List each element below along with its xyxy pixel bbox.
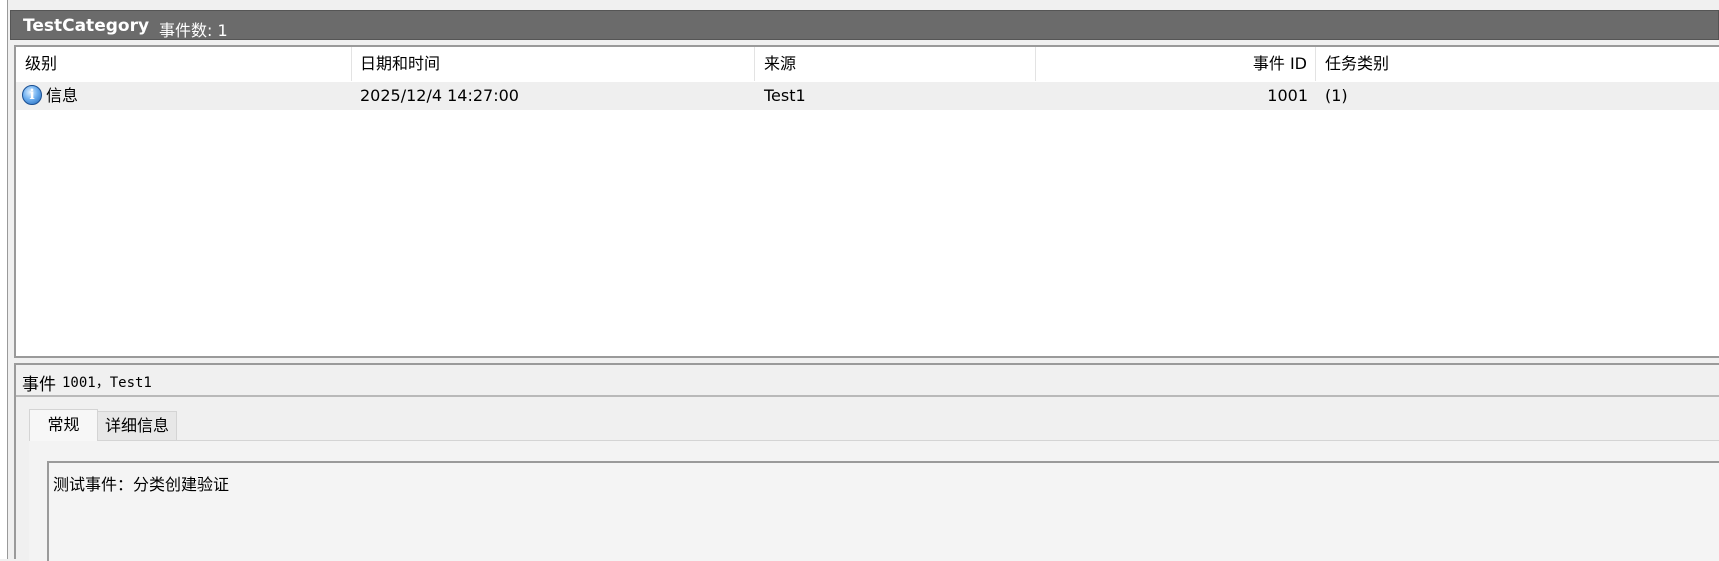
event-description-box[interactable]: 测试事件：分类创建验证 <box>47 461 1719 561</box>
detail-header: 事件 1001，Test1 <box>16 365 1719 397</box>
log-name: TestCategory <box>23 16 150 36</box>
table-row[interactable]: i 信息 2025/12/4 14:27:00 Test1 1001 (1) <box>16 82 1719 110</box>
cell-level: 信息 <box>46 86 79 105</box>
cell-event-id: 1001 <box>1267 86 1308 105</box>
event-description: 测试事件：分类创建验证 <box>53 475 230 494</box>
event-count: 事件数: 1 <box>159 21 228 40</box>
column-header-datetime[interactable]: 日期和时间 <box>352 47 755 81</box>
info-icon: i <box>22 85 42 105</box>
cell-source: Test1 <box>764 86 806 105</box>
tab-general[interactable]: 常规 <box>29 409 98 441</box>
cell-task-category: (1) <box>1325 86 1348 105</box>
left-border <box>0 0 8 559</box>
column-header-level[interactable]: 级别 <box>16 47 352 81</box>
detail-title-ids: 1001，Test1 <box>62 375 152 391</box>
event-detail-panel: 事件 1001，Test1 常规 详细信息 测试事件：分类创建验证 <box>14 363 1719 561</box>
detail-title-label: 事件 <box>22 375 56 395</box>
column-header-task-category[interactable]: 任务类别 <box>1316 47 1719 81</box>
event-list[interactable]: 级别 日期和时间 来源 事件 ID 任务类别 i 信息 2025/12/4 14… <box>14 45 1719 358</box>
column-header-source[interactable]: 来源 <box>755 47 1036 81</box>
log-title-bar: TestCategory 事件数: 1 <box>10 10 1719 40</box>
cell-datetime: 2025/12/4 14:27:00 <box>360 86 519 105</box>
column-header-event-id[interactable]: 事件 ID <box>1036 47 1316 81</box>
tab-details[interactable]: 详细信息 <box>98 411 177 441</box>
